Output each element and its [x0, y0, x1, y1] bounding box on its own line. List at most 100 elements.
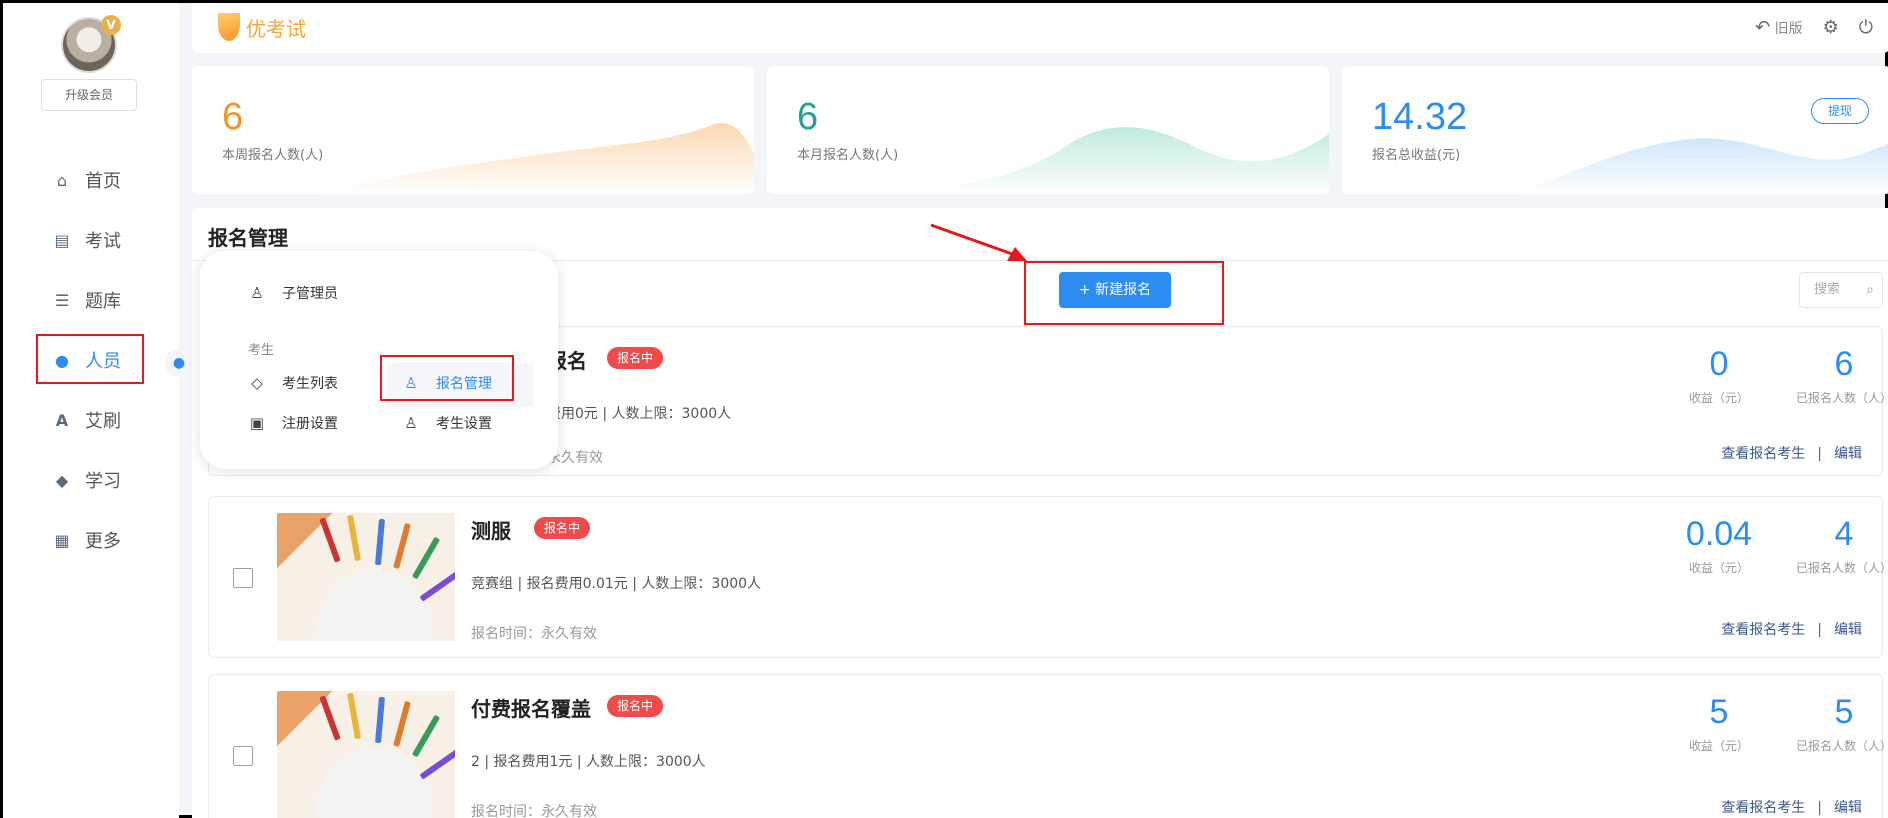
exam-actions: 查看报名考生 | 编辑	[1721, 443, 1862, 463]
vip-badge: V	[101, 15, 121, 35]
old-version-label: 旧版	[1774, 20, 1803, 37]
search-icon: ⌕	[1866, 282, 1874, 298]
enrolled-label: 已报名人数（人）	[1795, 391, 1888, 405]
separator: |	[1817, 446, 1822, 462]
exam-title[interactable]: 测服	[471, 515, 511, 544]
sidebar: V 升级会员 ⌂ 首页 ▤ 考试 ☰ 题库 ● 人员 A 艾刷 ◆ 学习 ▦ 更…	[3, 3, 179, 818]
stat-card-income: 14.32 报名总收益(元) 提现	[1342, 66, 1888, 194]
stat-chart-decoration	[314, 123, 754, 194]
exam-meta: 竞赛组 | 报名费用0.01元 | 人数上限：3000人	[471, 576, 762, 592]
exam-card: 测服 报名中 竞赛组 | 报名费用0.01元 | 人数上限：3000人 报名时间…	[208, 496, 1888, 658]
nav-item-personnel[interactable]: ● 人员	[33, 335, 145, 385]
nav-item-aishua[interactable]: A 艾刷	[33, 395, 145, 445]
nav-item-label: 学习	[85, 471, 121, 492]
personnel-popup-menu: ♙ 子管理员 考生 ◇ 考生列表 ♙ 报名管理 ▣ 注册设置 ♙ 考生设置	[200, 251, 558, 469]
gear-icon[interactable]: ⚙	[1823, 17, 1839, 38]
enrolled-value: 4	[1834, 515, 1854, 553]
nav-item-label: 人员	[85, 351, 121, 372]
menu-item-candidate-list[interactable]: ◇ 考生列表	[248, 373, 338, 393]
search-placeholder: 搜索	[1814, 282, 1841, 297]
page-title: 报名管理	[208, 226, 288, 250]
stat-card-week: 6 本周报名人数(人)	[192, 66, 754, 194]
nav-item-label: 题库	[85, 291, 121, 312]
income-label: 收益（元）	[1688, 739, 1749, 753]
user-icon: ●	[55, 350, 69, 370]
logo-icon	[218, 13, 240, 41]
stat-chart-decoration	[1511, 138, 1888, 194]
exam-meta: 费用0元 | 人数上限：3000人	[547, 406, 732, 422]
graduation-cap-icon: ◆	[55, 470, 69, 490]
annotation-arrow	[930, 223, 1027, 261]
undo-icon: ↶	[1755, 16, 1771, 38]
exam-time: 报名时间：永久有效	[471, 626, 597, 642]
power-icon[interactable]: ⏻	[1859, 17, 1873, 38]
logo-text: 优考试	[246, 17, 306, 41]
edit-link[interactable]: 编辑	[1834, 622, 1862, 638]
menu-item-registration-management[interactable]: ♙ 报名管理	[402, 373, 492, 393]
old-version-link[interactable]: ↶ 旧版	[1755, 17, 1803, 38]
stat-card-month: 6 本月报名人数(人)	[767, 66, 1329, 194]
enrolled-label: 已报名人数（人）	[1795, 739, 1888, 753]
grid-icon: ▦	[54, 530, 70, 550]
exam-title[interactable]: 付费报名覆盖	[471, 693, 591, 722]
register-settings-icon: ▣	[249, 414, 265, 432]
user-add-icon: ♙	[404, 374, 418, 392]
view-candidates-link[interactable]: 查看报名考生	[1721, 622, 1805, 638]
exam-actions: 查看报名考生 | 编辑	[1721, 619, 1862, 639]
enrolled-value: 5	[1834, 693, 1854, 731]
user-settings-icon: ♙	[404, 414, 418, 432]
nav-item-label: 首页	[85, 171, 121, 192]
exam-card: 付费报名覆盖 报名中 2 | 报名费用1元 | 人数上限：3000人 报名时间：…	[208, 674, 1888, 818]
income-value: 5	[1709, 693, 1729, 731]
exam-time: 报名时间：永久有效	[471, 804, 597, 818]
stat-label: 本周报名人数(人)	[222, 148, 324, 163]
nav-item-more[interactable]: ▦ 更多	[33, 515, 145, 565]
separator: |	[1817, 622, 1822, 638]
personnel-sub-icon[interactable]: ●	[165, 349, 193, 377]
separator: |	[1817, 800, 1822, 816]
admin-icon: ♙	[250, 284, 264, 302]
stat-label: 本月报名人数(人)	[797, 148, 899, 163]
income-label: 收益（元）	[1688, 561, 1749, 575]
group-label-candidates: 考生	[248, 343, 275, 358]
exam-checkbox[interactable]	[233, 568, 253, 588]
edit-link[interactable]: 编辑	[1834, 800, 1862, 816]
stat-chart-decoration	[909, 127, 1329, 194]
menu-item-label: 考生列表	[282, 376, 338, 392]
enrolled-label: 已报名人数（人）	[1795, 561, 1888, 575]
view-candidates-link[interactable]: 查看报名考生	[1721, 800, 1805, 816]
enrolled-value: 6	[1834, 345, 1854, 383]
exam-thumbnail[interactable]	[277, 513, 455, 641]
upgrade-member-button[interactable]: 升级会员	[41, 79, 137, 111]
stat-label: 报名总收益(元)	[1372, 148, 1461, 163]
menu-item-register-settings[interactable]: ▣ 注册设置	[248, 413, 338, 433]
letter-a-icon: A	[55, 410, 69, 430]
nav-item-home[interactable]: ⌂ 首页	[33, 155, 145, 205]
menu-item-label: 考生设置	[436, 416, 492, 432]
income-label: 收益（元）	[1688, 391, 1749, 405]
nav-item-label: 考试	[85, 231, 121, 252]
exam-checkbox[interactable]	[233, 746, 253, 766]
menu-item-label: 报名管理	[436, 376, 492, 392]
nav-item-study[interactable]: ◆ 学习	[33, 455, 145, 505]
nav-item-label: 更多	[85, 531, 121, 552]
exam-meta: 2 | 报名费用1元 | 人数上限：3000人	[471, 754, 706, 770]
status-badge: 报名中	[534, 517, 591, 539]
menu-item-sub-admin[interactable]: ♙ 子管理员	[248, 283, 338, 303]
nav-item-question-bank[interactable]: ☰ 题库	[33, 275, 145, 325]
menu-item-label: 注册设置	[282, 416, 338, 432]
stat-value: 6	[797, 96, 819, 138]
book-icon: ▤	[54, 230, 70, 250]
menu-item-candidate-settings[interactable]: ♙ 考生设置	[402, 413, 492, 433]
nav-item-exam[interactable]: ▤ 考试	[33, 215, 145, 265]
new-registration-button[interactable]: + 新建报名	[1059, 272, 1171, 308]
income-value: 0	[1709, 345, 1729, 383]
topbar: 优考试 ↶ 旧版 ⚙ ⏻	[192, 3, 1888, 53]
income-value: 0.04	[1685, 515, 1753, 553]
exam-thumbnail[interactable]	[277, 691, 455, 818]
search-input[interactable]: 搜索 ⌕	[1799, 272, 1883, 308]
view-candidates-link[interactable]: 查看报名考生	[1721, 446, 1805, 462]
topbar-actions: ↶ 旧版 ⚙ ⏻	[1755, 13, 1888, 41]
edit-link[interactable]: 编辑	[1834, 446, 1862, 462]
stat-value: 6	[222, 96, 244, 138]
